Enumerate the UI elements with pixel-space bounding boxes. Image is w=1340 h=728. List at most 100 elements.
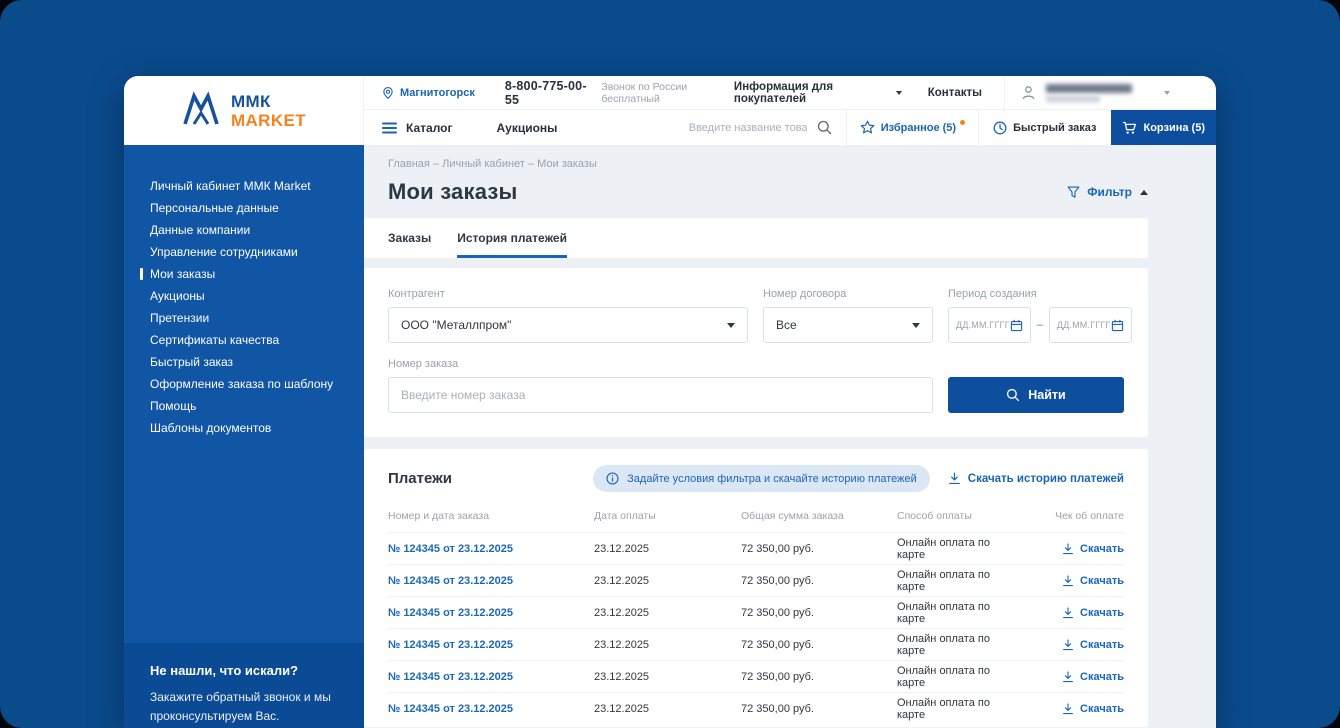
sidebar-item-label: Персональные данные bbox=[150, 201, 279, 215]
quick-order-button[interactable]: Быстрый заказ bbox=[979, 110, 1110, 145]
logo-line2: MARKET bbox=[231, 112, 306, 129]
order-link[interactable]: № 124345 от 23.12.2025 bbox=[388, 543, 513, 555]
contractor-label: Контрагент bbox=[388, 288, 748, 300]
favorites-button[interactable]: Избранное (5) bbox=[847, 110, 978, 145]
download-receipt-label: Скачать bbox=[1080, 607, 1124, 619]
quick-order-label: Быстрый заказ bbox=[1013, 122, 1096, 134]
sidebar-menu: Личный кабинет ММК Market Персональные д… bbox=[124, 145, 364, 643]
contractor-select[interactable]: ООО "Металлпром" bbox=[388, 307, 748, 343]
info-icon bbox=[606, 472, 619, 485]
find-button-label: Найти bbox=[1028, 388, 1065, 402]
download-icon bbox=[1062, 703, 1074, 715]
cart-button[interactable]: Корзина (5) bbox=[1111, 110, 1217, 145]
tab[interactable]: История платежей bbox=[457, 218, 567, 258]
logo[interactable]: ММК MARKET bbox=[124, 76, 364, 145]
sidebar-item[interactable]: Аукционы bbox=[150, 285, 346, 307]
order-link[interactable]: № 124345 от 23.12.2025 bbox=[388, 607, 513, 619]
funnel-icon bbox=[1067, 186, 1080, 199]
search-input[interactable] bbox=[687, 121, 809, 135]
sidebar-item[interactable]: Оформление заказа по шаблону bbox=[150, 373, 346, 395]
order-link[interactable]: № 124345 от 23.12.2025 bbox=[388, 671, 513, 683]
contract-number-select[interactable]: Все bbox=[763, 307, 933, 343]
filter-toggle-label: Фильтр bbox=[1087, 185, 1132, 199]
find-button[interactable]: Найти bbox=[948, 377, 1124, 413]
payment-method: Онлайн оплата по карте bbox=[897, 597, 1004, 629]
city-label: Магнитогорск bbox=[400, 87, 475, 99]
sidebar: Личный кабинет ММК Market Персональные д… bbox=[124, 145, 364, 728]
sidebar-item[interactable]: Быстрый заказ bbox=[150, 351, 346, 373]
order-link[interactable]: № 124345 от 23.12.2025 bbox=[388, 575, 513, 587]
app-window: ММК MARKET Магнитогорск 8-800-775-00-55 … bbox=[124, 76, 1216, 728]
catalog-label: Каталог bbox=[406, 121, 453, 135]
contract-number-label: Номер договора bbox=[763, 288, 933, 300]
order-total: 72 350,00 руб. bbox=[741, 533, 897, 565]
user-account-menu[interactable] bbox=[1004, 76, 1170, 109]
sidebar-item-label: Шаблоны документов bbox=[150, 421, 271, 435]
sidebar-item[interactable]: Претензии bbox=[150, 307, 346, 329]
sidebar-item[interactable]: Сертификаты качества bbox=[150, 329, 346, 351]
payments-hint: Задайте условия фильтра и скачайте истор… bbox=[593, 465, 930, 492]
order-total: 72 350,00 руб. bbox=[741, 597, 897, 629]
order-link[interactable]: № 124345 от 23.12.2025 bbox=[388, 703, 513, 715]
order-total: 72 350,00 руб. bbox=[741, 629, 897, 661]
sidebar-callback-panel[interactable]: Не нашли, что искали? Закажите обратный … bbox=[124, 643, 364, 728]
phone-number[interactable]: 8-800-775-00-55 bbox=[505, 79, 592, 107]
sidebar-item[interactable]: Данные компании bbox=[150, 219, 346, 241]
product-search bbox=[687, 110, 846, 145]
city-selector[interactable]: Магнитогорск bbox=[382, 86, 475, 100]
payments-hint-text: Задайте условия фильтра и скачайте истор… bbox=[627, 473, 917, 485]
download-icon bbox=[948, 472, 961, 485]
favorites-label: Избранное (5) bbox=[881, 122, 956, 134]
sidebar-item-label: Данные компании bbox=[150, 223, 250, 237]
buyers-info-menu[interactable]: Информация для покупателей bbox=[734, 81, 902, 105]
column-header: Способ оплаты bbox=[897, 504, 1004, 533]
download-receipt-link[interactable]: Скачать bbox=[1004, 543, 1124, 555]
payment-method: Онлайн оплата по карте bbox=[897, 693, 1004, 725]
sidebar-item-label: Личный кабинет ММК Market bbox=[150, 179, 311, 193]
sidebar-item[interactable]: Помощь bbox=[150, 395, 346, 417]
catalog-menu[interactable]: Каталог bbox=[364, 110, 453, 145]
date-range-separator: – bbox=[1037, 319, 1043, 331]
breadcrumb[interactable]: Главная – Личный кабинет – Мои заказы bbox=[388, 158, 1148, 170]
payment-date: 23.12.2025 bbox=[594, 565, 741, 597]
date-to-input[interactable]: ДД.ММ.ГГГГ bbox=[1049, 307, 1132, 343]
payment-method: Онлайн оплата по карте bbox=[897, 629, 1004, 661]
phone-note: Звонок по России бесплатный bbox=[601, 81, 734, 105]
download-receipt-link[interactable]: Скачать bbox=[1004, 703, 1124, 715]
download-receipt-link[interactable]: Скачать bbox=[1004, 607, 1124, 619]
payment-date: 23.12.2025 bbox=[594, 597, 741, 629]
sidebar-item[interactable]: Управление сотрудниками bbox=[150, 241, 346, 263]
sidebar-item-label: Мои заказы bbox=[150, 267, 215, 281]
filters-panel: Контрагент ООО "Металлпром" Номер догово… bbox=[364, 268, 1148, 437]
sidebar-item[interactable]: Мои заказы bbox=[150, 263, 346, 285]
payment-method: Онлайн оплата по карте bbox=[897, 661, 1004, 693]
contacts-link[interactable]: Контакты bbox=[928, 87, 982, 99]
download-icon bbox=[1062, 543, 1074, 555]
sidebar-item[interactable]: Личный кабинет ММК Market bbox=[150, 175, 346, 197]
cart-label: Корзина (5) bbox=[1144, 122, 1206, 134]
search-icon[interactable] bbox=[817, 120, 832, 135]
payment-row: № 124345 от 23.12.2025 23.12.2025 72 350… bbox=[388, 597, 1124, 629]
header: ММК MARKET Магнитогорск 8-800-775-00-55 … bbox=[124, 76, 1216, 145]
download-history-link[interactable]: Скачать историю платежей bbox=[948, 472, 1124, 485]
download-receipt-link[interactable]: Скачать bbox=[1004, 575, 1124, 587]
filter-toggle[interactable]: Фильтр bbox=[1067, 185, 1148, 199]
payment-method: Онлайн оплата по карте bbox=[897, 565, 1004, 597]
auctions-link[interactable]: Аукционы bbox=[497, 110, 558, 145]
sidebar-item[interactable]: Персональные данные bbox=[150, 197, 346, 219]
payment-date: 23.12.2025 bbox=[594, 533, 741, 565]
download-icon bbox=[1062, 575, 1074, 587]
order-number-label: Номер заказа bbox=[388, 358, 933, 370]
tab[interactable]: Заказы bbox=[388, 218, 431, 258]
sidebar-item[interactable]: Шаблоны документов bbox=[150, 417, 346, 439]
page-title: Мои заказы bbox=[388, 179, 518, 205]
download-receipt-link[interactable]: Скачать bbox=[1004, 639, 1124, 651]
order-number-input[interactable] bbox=[388, 377, 933, 413]
hamburger-icon bbox=[382, 122, 397, 134]
order-link[interactable]: № 124345 от 23.12.2025 bbox=[388, 639, 513, 651]
payment-method: Онлайн оплата по карте bbox=[897, 533, 1004, 565]
download-receipt-link[interactable]: Скачать bbox=[1004, 671, 1124, 683]
sidebar-item-label: Помощь bbox=[150, 399, 196, 413]
date-from-input[interactable]: ДД.ММ.ГГГГ bbox=[948, 307, 1031, 343]
date-to-placeholder: ДД.ММ.ГГГГ bbox=[1057, 320, 1111, 330]
